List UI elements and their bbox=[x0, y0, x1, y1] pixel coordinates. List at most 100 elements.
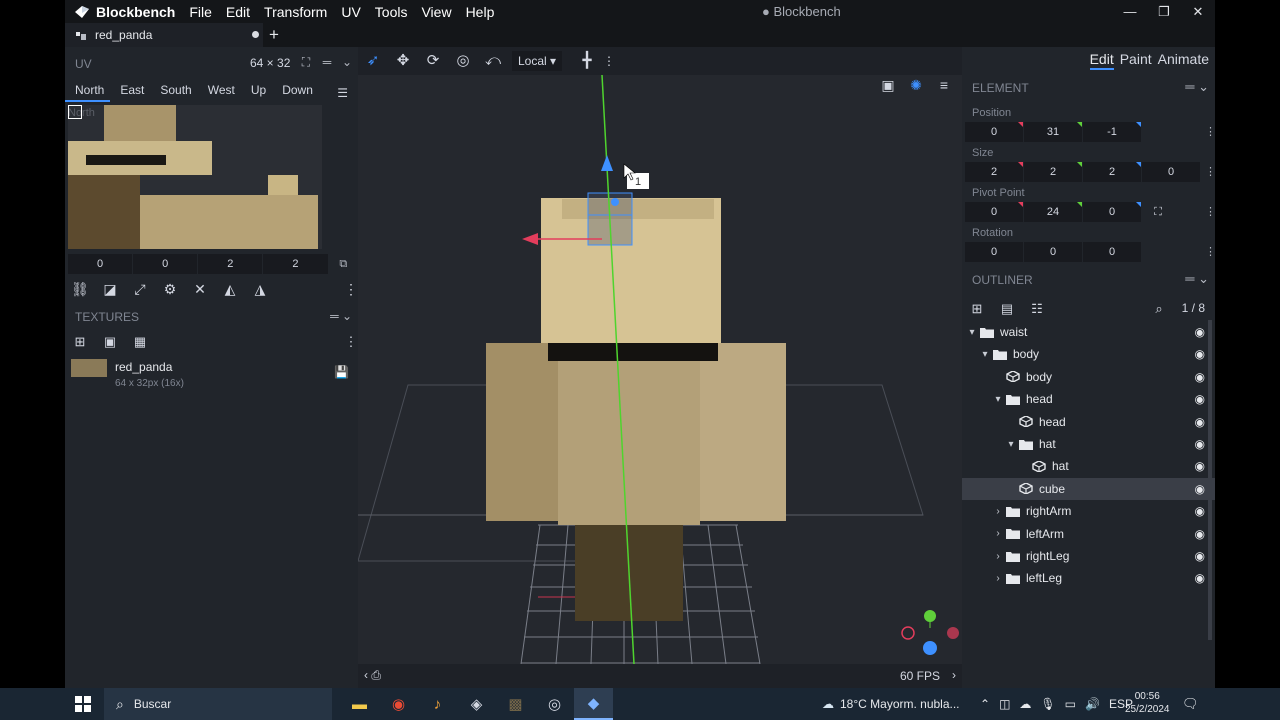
close-button[interactable]: ✕ bbox=[1181, 0, 1215, 23]
tab-south[interactable]: South bbox=[150, 80, 197, 102]
rotation-y-input[interactable]: 0 bbox=[1024, 242, 1082, 262]
chevron-down-icon[interactable]: ▾ bbox=[979, 349, 991, 360]
menu-uv[interactable]: UV bbox=[341, 4, 360, 20]
taskbar-search[interactable]: ⌕ Buscar bbox=[104, 688, 332, 720]
size-x-input[interactable]: 2 bbox=[965, 162, 1023, 182]
size-z-input[interactable]: 2 bbox=[1083, 162, 1141, 182]
textures-more-icon[interactable]: ⋮ bbox=[344, 334, 358, 354]
pivot-handle-icon[interactable] bbox=[611, 198, 619, 206]
uv-more-icon[interactable]: ⋮ bbox=[344, 278, 358, 300]
mode-animate[interactable]: Animate bbox=[1158, 51, 1209, 70]
visibility-eye-icon[interactable]: ◉ bbox=[1195, 504, 1205, 518]
center-pivot-icon[interactable]: ⛶ bbox=[1148, 202, 1168, 222]
uv-input-v1[interactable]: 0 bbox=[133, 254, 198, 274]
chevron-down-icon[interactable]: ▾ bbox=[966, 327, 978, 338]
crosshair-icon[interactable]: ╋ bbox=[572, 47, 602, 75]
outliner-node-head[interactable]: ▾ head ◉ bbox=[962, 388, 1215, 410]
volume-icon[interactable]: 🔊 bbox=[1085, 697, 1100, 711]
uv-input-u1[interactable]: 0 bbox=[68, 254, 133, 274]
tab-north[interactable]: North bbox=[65, 80, 111, 102]
search-icon[interactable]: ⌕ bbox=[1149, 298, 1169, 320]
link-icon[interactable]: ⛓ bbox=[65, 278, 95, 300]
outliner-scrollbar[interactable] bbox=[1208, 320, 1212, 640]
menu-edit[interactable]: Edit bbox=[226, 4, 250, 20]
import-texture-icon[interactable]: ▣ bbox=[95, 334, 125, 354]
chevron-right-icon[interactable]: › bbox=[992, 506, 1004, 517]
minecraft-icon[interactable]: ▩ bbox=[496, 688, 535, 720]
mode-paint[interactable]: Paint bbox=[1120, 51, 1152, 70]
toolbar-more-icon[interactable]: ⋮ bbox=[602, 47, 616, 75]
chevron-right-icon[interactable]: › bbox=[992, 528, 1004, 539]
tab-east[interactable]: East bbox=[110, 80, 150, 102]
tray-chevron-icon[interactable]: ⌃ bbox=[980, 697, 990, 711]
uv-input-u2[interactable]: 2 bbox=[198, 254, 263, 274]
pivot-more-icon[interactable]: ⋮ bbox=[1205, 202, 1215, 222]
mirror-x-icon[interactable]: ◭ bbox=[215, 278, 245, 300]
outliner-node-waist[interactable]: ▾ waist ◉ bbox=[962, 321, 1215, 343]
3d-viewport[interactable]: ➶ ✥ ⟳ ◎ ⤺ Local ▾ ╋ ⋮ ▣ ✺ ≡ 1 ‹ ⎙ 60 FPS… bbox=[358, 47, 962, 688]
chevron-down-icon[interactable]: ▾ bbox=[1005, 439, 1017, 450]
move-tool-icon[interactable]: ➶ bbox=[358, 47, 388, 75]
pivot-x-input[interactable]: 0 bbox=[965, 202, 1023, 222]
blockbench-taskbar-icon[interactable]: ◆ bbox=[574, 688, 613, 720]
visibility-eye-icon[interactable]: ◉ bbox=[1195, 482, 1205, 496]
position-more-icon[interactable]: ⋮ bbox=[1205, 122, 1215, 142]
file-explorer-icon[interactable]: ▬ bbox=[340, 688, 379, 720]
notifications-icon[interactable]: 🗨 bbox=[1182, 696, 1199, 712]
visibility-eye-icon[interactable]: ◉ bbox=[1195, 347, 1205, 361]
pivot-icon[interactable]: ◎ bbox=[448, 47, 478, 75]
outliner-node-body[interactable]: ▾ body ◉ bbox=[962, 343, 1215, 365]
tab-red-panda[interactable]: red_panda bbox=[65, 23, 263, 47]
onedrive-icon[interactable]: ☁ bbox=[1019, 697, 1031, 711]
position-y-input[interactable]: 31 bbox=[1024, 122, 1082, 142]
add-group-icon[interactable]: ▤ bbox=[992, 298, 1022, 320]
weather-widget[interactable]: ☁ 18°C Mayorm. nubla... bbox=[822, 697, 960, 711]
vertex-snap-icon[interactable]: ⤺ bbox=[478, 47, 508, 75]
outliner-node-rightLeg[interactable]: › rightLeg ◉ bbox=[962, 545, 1215, 567]
fl-studio-icon[interactable]: ♪ bbox=[418, 688, 457, 720]
chevron-down-icon[interactable]: ⌄ bbox=[340, 55, 354, 69]
outliner-node-leftLeg[interactable]: › leftLeg ◉ bbox=[962, 567, 1215, 589]
add-cube-icon[interactable]: ⊞ bbox=[962, 298, 992, 320]
visibility-eye-icon[interactable]: ◉ bbox=[1195, 415, 1205, 429]
outliner-node-body[interactable]: body ◉ bbox=[962, 366, 1215, 388]
outliner-node-head[interactable]: head ◉ bbox=[962, 411, 1215, 433]
outliner-node-leftArm[interactable]: › leftArm ◉ bbox=[962, 523, 1215, 545]
position-z-input[interactable]: -1 bbox=[1083, 122, 1141, 142]
taskbar-clock[interactable]: 00:56 25/2/2024 bbox=[1125, 690, 1170, 716]
clear-uv-icon[interactable]: ✕ bbox=[185, 278, 215, 300]
prev-view-icon[interactable]: ‹ ⎙ bbox=[364, 668, 381, 683]
menu-lines-icon[interactable]: ═ bbox=[320, 55, 334, 69]
chevron-right-icon[interactable]: › bbox=[992, 573, 1004, 584]
menu-help[interactable]: Help bbox=[466, 4, 495, 20]
chevron-down-icon[interactable]: ▾ bbox=[992, 394, 1004, 405]
size-more-icon[interactable]: ⋮ bbox=[1205, 162, 1215, 182]
pivot-y-input[interactable]: 24 bbox=[1024, 202, 1082, 222]
menu-tools[interactable]: Tools bbox=[375, 4, 408, 20]
visibility-eye-icon[interactable]: ◉ bbox=[1195, 392, 1205, 406]
uv-input-v2[interactable]: 2 bbox=[263, 254, 328, 274]
menu-view[interactable]: View bbox=[421, 4, 451, 20]
z-gizmo-arrow-icon[interactable] bbox=[601, 155, 613, 171]
outliner-node-cube[interactable]: cube ◉ bbox=[962, 477, 1215, 500]
obs-icon[interactable]: ◎ bbox=[535, 688, 574, 720]
uv-editor-canvas[interactable]: North bbox=[68, 105, 322, 249]
add-texture-icon[interactable]: ⊞ bbox=[65, 334, 95, 354]
inflate-input[interactable]: 0 bbox=[1142, 162, 1200, 182]
tab-west[interactable]: West bbox=[198, 80, 241, 102]
textures-panel-controls-icon[interactable]: ═ ⌄ bbox=[330, 309, 352, 323]
uv-selection-box[interactable] bbox=[68, 105, 82, 119]
visibility-eye-icon[interactable]: ◉ bbox=[1195, 527, 1205, 541]
rotation-z-input[interactable]: 0 bbox=[1083, 242, 1141, 262]
chevron-right-icon[interactable]: › bbox=[992, 551, 1004, 562]
start-button[interactable] bbox=[66, 688, 100, 720]
visibility-eye-icon[interactable]: ◉ bbox=[1195, 549, 1205, 563]
next-view-icon[interactable]: › bbox=[952, 668, 956, 682]
rotation-more-icon[interactable]: ⋮ bbox=[1205, 242, 1215, 262]
rotation-x-input[interactable]: 0 bbox=[965, 242, 1023, 262]
position-x-input[interactable]: 0 bbox=[965, 122, 1023, 142]
mirror-y-icon[interactable]: ◮ bbox=[245, 278, 275, 300]
paint-bucket-icon[interactable]: ◪ bbox=[95, 278, 125, 300]
auto-uv-icon[interactable]: ⚙ bbox=[155, 278, 185, 300]
size-y-input[interactable]: 2 bbox=[1024, 162, 1082, 182]
